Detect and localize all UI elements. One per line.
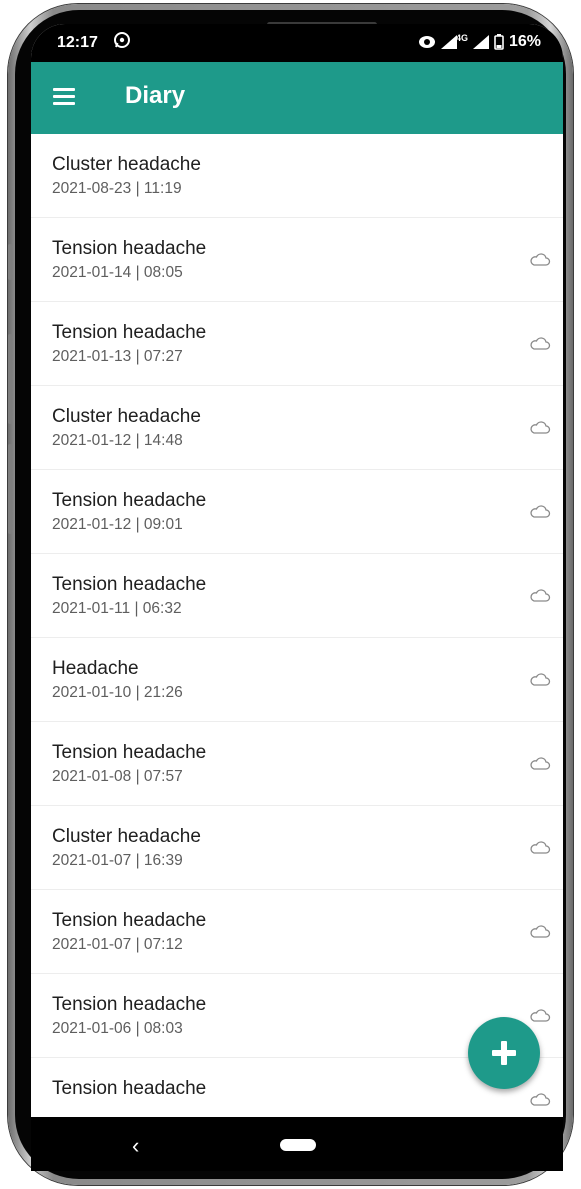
list-item[interactable]: Cluster headache 2021-01-12 | 14:48 <box>31 386 563 470</box>
entry-title: Tension headache <box>52 238 207 259</box>
home-pill-icon[interactable] <box>280 1139 316 1151</box>
cloud-sync-icon <box>530 841 551 854</box>
entry-datetime: 2021-01-12 | 14:48 <box>52 432 183 449</box>
status-icons: 4G 16% <box>418 33 541 51</box>
whatsapp-icon <box>114 32 130 48</box>
entry-datetime: 2021-08-23 | 11:19 <box>52 180 182 197</box>
app-bar: Diary <box>31 62 563 134</box>
entry-title: Tension headache <box>52 1078 207 1099</box>
list-item[interactable]: Cluster headache 2021-01-07 | 16:39 <box>31 806 563 890</box>
entry-title: Tension headache <box>52 574 207 595</box>
cloud-sync-icon <box>530 1093 551 1106</box>
entry-datetime: 2021-01-08 | 07:57 <box>52 768 183 785</box>
add-entry-button[interactable] <box>468 1017 540 1089</box>
entry-title: Headache <box>52 658 139 679</box>
page-title: Diary <box>125 82 186 109</box>
cloud-sync-icon <box>530 757 551 770</box>
entry-title: Tension headache <box>52 322 207 343</box>
status-bar: 12:17 4G 16% <box>31 24 563 62</box>
list-item[interactable]: Tension headache 2021-01-12 | 09:01 <box>31 470 563 554</box>
volume-button <box>8 244 12 280</box>
list-item[interactable]: Tension headache 2021-01-07 | 07:12 <box>31 890 563 974</box>
list-item[interactable]: Tension headache 2021-01-08 | 07:57 <box>31 722 563 806</box>
signal-icon <box>472 35 489 49</box>
status-time: 12:17 <box>57 34 98 51</box>
list-item[interactable]: Tension headache 2021-01-13 | 07:27 <box>31 302 563 386</box>
list-item[interactable]: Tension headache 2021-01-11 | 06:32 <box>31 554 563 638</box>
entry-title: Tension headache <box>52 490 207 511</box>
volume-button <box>8 334 12 424</box>
data-saver-icon <box>418 36 435 48</box>
cloud-sync-icon <box>530 253 551 266</box>
list-item[interactable]: Headache 2021-01-10 | 21:26 <box>31 638 563 722</box>
cloud-sync-icon <box>530 925 551 938</box>
entry-datetime: 2021-01-11 | 06:32 <box>52 600 182 617</box>
cloud-sync-icon <box>530 421 551 434</box>
power-button <box>8 444 12 534</box>
cloud-sync-icon <box>530 505 551 518</box>
list-item[interactable]: Cluster headache 2021-08-23 | 11:19 <box>31 134 563 218</box>
entry-title: Tension headache <box>52 742 207 763</box>
entry-datetime: 2021-01-07 | 16:39 <box>52 852 183 869</box>
navigation-bar: ‹ <box>31 1117 563 1171</box>
entry-title: Cluster headache <box>52 826 201 847</box>
cloud-sync-icon <box>530 1009 551 1022</box>
cloud-sync-icon <box>530 673 551 686</box>
entry-datetime: 2021-01-06 | 08:03 <box>52 1020 183 1037</box>
entry-datetime: 2021-01-12 | 09:01 <box>52 516 183 533</box>
back-chevron-icon[interactable]: ‹ <box>132 1133 139 1159</box>
cloud-sync-icon <box>530 589 551 602</box>
entry-datetime: 2021-01-07 | 07:12 <box>52 936 183 953</box>
plus-icon <box>492 1041 516 1065</box>
entry-datetime: 2021-01-10 | 21:26 <box>52 684 183 701</box>
entry-datetime: 2021-01-13 | 07:27 <box>52 348 183 365</box>
signal-icon <box>440 35 457 49</box>
hamburger-menu-icon[interactable] <box>53 88 75 106</box>
diary-list[interactable]: Cluster headache 2021-08-23 | 11:19 Tensio… <box>31 134 563 1117</box>
entry-title: Tension headache <box>52 994 207 1015</box>
screen: 12:17 4G 16% Diary Cluster headache 2021… <box>31 24 563 1117</box>
entry-title: Cluster headache <box>52 154 201 175</box>
list-item[interactable]: Tension headache 2021-01-14 | 08:05 <box>31 218 563 302</box>
battery-percent: 16% <box>508 33 541 50</box>
cloud-sync-icon <box>530 337 551 350</box>
network-type: 4G <box>455 33 468 43</box>
entry-datetime: 2021-01-14 | 08:05 <box>52 264 183 281</box>
entry-title: Tension headache <box>52 910 207 931</box>
entry-title: Cluster headache <box>52 406 201 427</box>
battery-icon <box>494 34 504 50</box>
